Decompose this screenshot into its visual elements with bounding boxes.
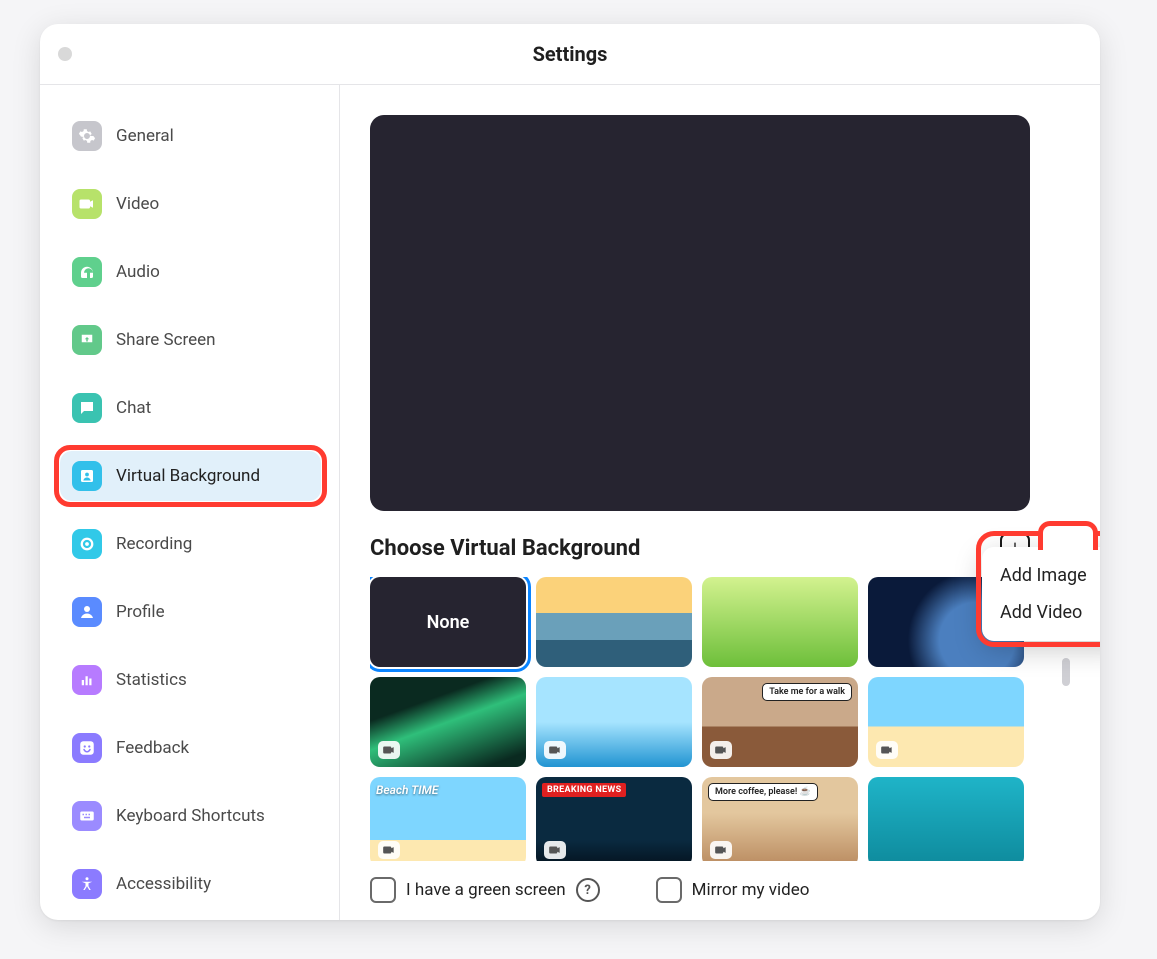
background-thumb-beachtime[interactable]: Beach TIME [370,777,526,861]
sidebar-item-keyboard-shortcuts[interactable]: Keyboard Shortcuts [60,791,321,841]
sidebar-item-statistics[interactable]: Statistics [60,655,321,705]
window-title: Settings [533,42,608,66]
sidebar-item-label: Video [116,194,159,214]
mirror-label: Mirror my video [692,880,810,900]
chat-icon [72,393,102,423]
record-icon [72,529,102,559]
greenscreen-label: I have a green screen [406,880,566,900]
sidebar-item-label: Recording [116,534,192,554]
close-icon[interactable] [58,47,72,61]
background-thumb-breaking-news[interactable]: BREAKING NEWS [536,777,692,861]
background-thumbnail-grid: None Take me for a walk [370,577,1038,861]
thumb-caption: Beach TIME [376,783,438,797]
menu-item-add-image[interactable]: Add Image [982,557,1100,594]
window-body: General Video Audio Share Screen Chat Virtual… [40,85,1100,920]
sidebar-item-general[interactable]: General [60,111,321,161]
background-thumb-palms[interactable] [536,677,692,767]
sidebar-item-virtual-background[interactable]: Virtual Background [60,451,321,501]
sidebar-item-recording[interactable]: Recording [60,519,321,569]
person-icon [72,597,102,627]
video-icon [378,741,400,759]
portrait-icon [72,461,102,491]
background-thumb-coffee[interactable]: More coffee, please! ☕ [702,777,858,861]
highlight-ring-icon [1038,521,1098,550]
share-icon [72,325,102,355]
speech-bubble: Take me for a walk [762,683,852,701]
video-icon [876,741,898,759]
smile-icon [72,733,102,763]
help-icon[interactable]: ? [576,878,600,902]
section-title: Choose Virtual Background [370,536,640,561]
video-preview [370,115,1030,511]
sidebar-item-audio[interactable]: Audio [60,247,321,297]
background-thumb-aurora[interactable] [370,677,526,767]
checkbox-icon[interactable] [656,877,682,903]
sidebar-item-feedback[interactable]: Feedback [60,723,321,773]
settings-window: Settings General Video Audio Share Screen Ch… [40,24,1100,920]
scrollbar-thumb[interactable] [1062,658,1070,686]
add-background-menu: Add Image Add Video [982,547,1100,641]
video-icon [710,741,732,759]
options-row: I have a green screen ? Mirror my video [370,877,1070,903]
sidebar-item-label: Feedback [116,738,189,758]
thumb-none-label: None [427,612,470,633]
sidebar-item-label: Profile [116,602,165,622]
sidebar-item-label: Keyboard Shortcuts [116,806,265,826]
background-thumb-grass[interactable] [702,577,858,667]
background-thumb-none[interactable]: None [370,577,526,667]
menu-item-add-video[interactable]: Add Video [982,594,1100,631]
sidebar-item-label: Share Screen [116,330,216,350]
sidebar-item-accessibility[interactable]: Accessibility [60,859,321,909]
background-thumb-beach[interactable] [868,677,1024,767]
sidebar-item-profile[interactable]: Profile [60,587,321,637]
keyboard-icon [72,801,102,831]
video-icon [544,841,566,859]
background-thumb-bridge[interactable] [536,577,692,667]
settings-sidebar: General Video Audio Share Screen Chat Virtual… [40,85,340,920]
mirror-checkbox-wrap[interactable]: Mirror my video [656,877,810,903]
news-banner: BREAKING NEWS [542,783,626,797]
settings-content: Choose Virtual Background None [340,85,1100,920]
section-header-row: Choose Virtual Background [370,533,1030,563]
sidebar-item-label: General [116,126,174,146]
titlebar: Settings [40,24,1100,85]
sidebar-item-label: Accessibility [116,874,211,894]
background-thumb-cat-chair[interactable] [868,777,1024,861]
sidebar-item-video[interactable]: Video [60,179,321,229]
gear-icon [72,121,102,151]
sidebar-item-label: Audio [116,262,160,282]
headphones-icon [72,257,102,287]
sidebar-item-label: Statistics [116,670,187,690]
video-icon [544,741,566,759]
sidebar-item-label: Chat [116,398,151,418]
background-thumb-sofa-dog[interactable]: Take me for a walk [702,677,858,767]
checkbox-icon[interactable] [370,877,396,903]
stats-icon [72,665,102,695]
speech-bubble: More coffee, please! ☕ [708,783,818,801]
sidebar-item-share-screen[interactable]: Share Screen [60,315,321,365]
sidebar-item-chat[interactable]: Chat [60,383,321,433]
camera-icon [72,189,102,219]
video-icon [710,841,732,859]
video-icon [378,841,400,859]
a11y-icon [72,869,102,899]
sidebar-item-label: Virtual Background [116,466,260,486]
greenscreen-checkbox-wrap[interactable]: I have a green screen ? [370,877,600,903]
